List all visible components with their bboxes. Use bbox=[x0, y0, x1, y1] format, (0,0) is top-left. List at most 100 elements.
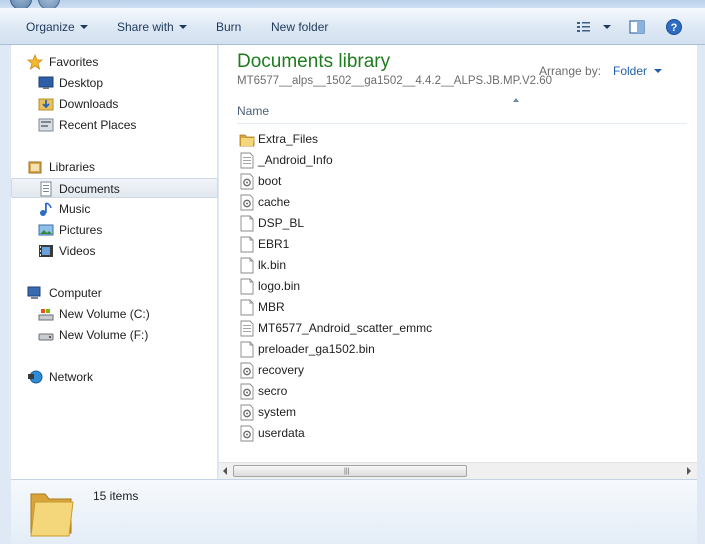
file-row[interactable]: EBR1 bbox=[237, 234, 677, 255]
file-row[interactable]: Extra_Files bbox=[237, 129, 677, 150]
drive-icon bbox=[38, 333, 54, 341]
videos-label: Videos bbox=[59, 244, 96, 258]
file-list-pane: Documents library MT6577__alps__1502__ga… bbox=[219, 45, 697, 479]
file-name: MBR bbox=[258, 300, 285, 314]
downloads-label: Downloads bbox=[59, 97, 119, 111]
horizontal-scrollbar[interactable]: ||| bbox=[219, 462, 697, 479]
file-name: cache bbox=[258, 195, 291, 209]
change-view-button[interactable] bbox=[575, 18, 593, 36]
folder-icon bbox=[239, 131, 255, 148]
file-row[interactable]: secro bbox=[237, 381, 677, 402]
system-file-icon bbox=[239, 362, 255, 379]
file-row[interactable]: system bbox=[237, 402, 677, 423]
pictures-label: Pictures bbox=[59, 223, 103, 237]
nav-item-drive-c[interactable]: New Volume (C:) bbox=[11, 304, 218, 324]
file-name: preloader_ga1502.bin bbox=[258, 342, 375, 356]
preview-pane-icon bbox=[629, 20, 645, 34]
recent-places-label: Recent Places bbox=[59, 118, 137, 132]
nav-item-downloads[interactable]: Downloads bbox=[11, 94, 218, 114]
file-name: system bbox=[258, 405, 297, 419]
file-row[interactable]: cache bbox=[237, 192, 677, 213]
file-name: lk.bin bbox=[258, 258, 287, 272]
computer-label: Computer bbox=[49, 286, 102, 300]
system-file-icon bbox=[239, 383, 255, 400]
scroll-left-icon[interactable] bbox=[223, 467, 227, 475]
column-header-name[interactable]: Name bbox=[237, 104, 269, 118]
nav-item-desktop[interactable]: Desktop bbox=[11, 73, 218, 93]
documents-icon bbox=[40, 181, 52, 197]
column-divider bbox=[237, 123, 687, 124]
recent-places-icon bbox=[38, 118, 54, 132]
network-icon bbox=[28, 370, 43, 384]
chevron-down-icon bbox=[178, 25, 187, 29]
file-row[interactable]: userdata bbox=[237, 423, 677, 444]
file-row[interactable]: recovery bbox=[237, 360, 677, 381]
share-with-label: Share with bbox=[117, 20, 174, 34]
file-row[interactable]: lk.bin bbox=[237, 255, 677, 276]
file-name: recovery bbox=[258, 363, 305, 377]
file-row[interactable]: MBR bbox=[237, 297, 677, 318]
folder-large-icon bbox=[30, 493, 74, 537]
chevron-down-icon bbox=[654, 69, 663, 73]
nav-item-documents[interactable]: Documents bbox=[11, 178, 218, 198]
organize-button[interactable]: Organize bbox=[26, 19, 88, 35]
scroll-right-icon[interactable] bbox=[687, 467, 691, 475]
nav-network[interactable]: Network bbox=[11, 367, 218, 387]
blank-file-icon bbox=[239, 215, 255, 232]
file-row[interactable]: boot bbox=[237, 171, 677, 192]
item-count: 15 items bbox=[93, 489, 139, 503]
help-button[interactable]: ? bbox=[665, 18, 683, 36]
nav-item-drive-f[interactable]: New Volume (F:) bbox=[11, 325, 218, 345]
nav-item-recent-places[interactable]: Recent Places bbox=[11, 115, 218, 135]
window-top-frame bbox=[0, 0, 705, 8]
chevron-down-icon bbox=[603, 25, 611, 29]
music-icon bbox=[40, 202, 52, 216]
drive-c-label: New Volume (C:) bbox=[59, 307, 150, 321]
favorites-label: Favorites bbox=[49, 55, 99, 69]
desktop-label: Desktop bbox=[59, 76, 104, 90]
share-with-button[interactable]: Share with bbox=[117, 19, 187, 35]
burn-button[interactable]: Burn bbox=[216, 19, 241, 35]
file-name: MT6577_Android_scatter_emmc bbox=[258, 321, 433, 335]
file-name: DSP_BL bbox=[258, 216, 305, 230]
new-folder-label: New folder bbox=[271, 20, 329, 34]
drive-f-label: New Volume (F:) bbox=[59, 328, 149, 342]
file-row[interactable]: logo.bin bbox=[237, 276, 677, 297]
file-row[interactable]: MT6577_Android_scatter_emmc bbox=[237, 318, 677, 339]
nav-favorites[interactable]: Favorites bbox=[11, 52, 218, 72]
new-folder-button[interactable]: New folder bbox=[271, 19, 328, 35]
preview-pane-button[interactable] bbox=[628, 18, 646, 36]
downloads-folder-icon bbox=[38, 98, 54, 111]
command-bar: Organize Share with Burn New folder ? bbox=[0, 8, 705, 45]
system-file-icon bbox=[239, 173, 255, 190]
music-label: Music bbox=[59, 202, 91, 216]
system-file-icon bbox=[239, 404, 255, 421]
view-options-button[interactable] bbox=[598, 19, 611, 35]
file-row[interactable]: preloader_ga1502.bin bbox=[237, 339, 677, 360]
window-left-frame bbox=[0, 45, 11, 544]
libraries-label: Libraries bbox=[49, 160, 96, 174]
file-row[interactable]: _Android_Info bbox=[237, 150, 677, 171]
library-path: MT6577__alps__1502__ga1502__4.4.2__ALPS.… bbox=[237, 75, 553, 87]
nav-computer[interactable]: Computer bbox=[11, 283, 218, 303]
library-title: Documents library bbox=[237, 51, 391, 72]
system-drive-icon bbox=[38, 309, 54, 321]
nav-item-videos[interactable]: Videos bbox=[11, 241, 218, 261]
system-file-icon bbox=[239, 425, 255, 442]
details-view-icon bbox=[577, 22, 590, 32]
organize-label: Organize bbox=[26, 20, 75, 34]
network-label: Network bbox=[49, 370, 94, 384]
nav-item-pictures[interactable]: Pictures bbox=[11, 220, 218, 240]
blank-file-icon bbox=[239, 341, 255, 358]
file-row[interactable]: DSP_BL bbox=[237, 213, 677, 234]
arrange-by-dropdown[interactable]: Folder bbox=[613, 64, 663, 78]
system-file-icon bbox=[239, 194, 255, 211]
blank-file-icon bbox=[239, 257, 255, 274]
text-file-icon bbox=[239, 152, 255, 169]
nav-item-music[interactable]: Music bbox=[11, 199, 218, 219]
blank-file-icon bbox=[239, 278, 255, 295]
arrange-by-label: Arrange by: bbox=[539, 64, 602, 78]
scrollbar-thumb[interactable]: ||| bbox=[233, 465, 467, 477]
nav-libraries[interactable]: Libraries bbox=[11, 157, 218, 177]
navigation-pane: Favorites Desktop Downloads Recent Place… bbox=[11, 45, 218, 479]
